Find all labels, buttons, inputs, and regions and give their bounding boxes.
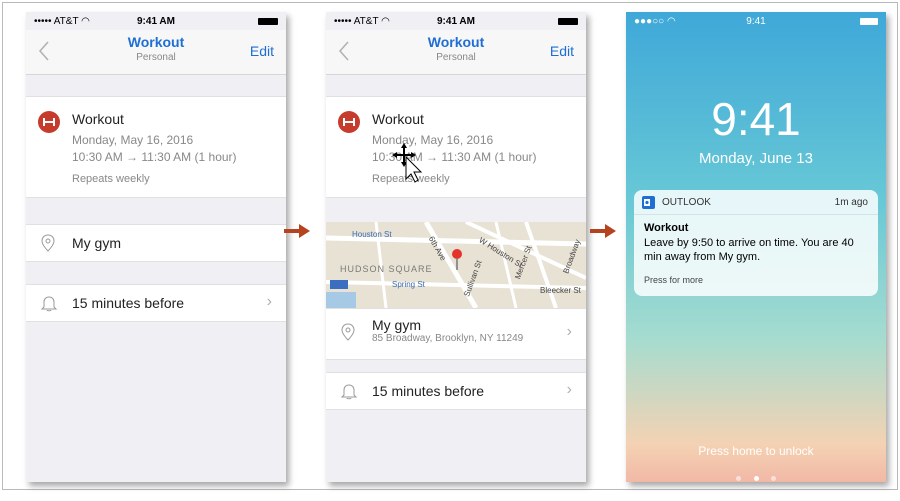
outlook-icon bbox=[642, 196, 655, 209]
phone-event-with-map: ••••• AT&T ◠ 9:41 AM Workout Personal Ed… bbox=[326, 12, 586, 482]
location-pin-icon bbox=[341, 323, 355, 341]
chevron-right-icon: › bbox=[266, 293, 272, 310]
location-address: 85 Broadway, Brooklyn, NY 11249 bbox=[372, 333, 524, 344]
location-label: My gym bbox=[72, 235, 121, 251]
location-row[interactable]: My gym 85 Broadway, Brooklyn, NY 11249 › bbox=[326, 308, 586, 360]
map-pin-icon bbox=[452, 249, 462, 270]
notification-card[interactable]: OUTLOOK 1m ago Workout Leave by 9:50 to … bbox=[634, 190, 878, 296]
map-neighborhood-label: HUDSON SQUARE bbox=[340, 264, 433, 274]
event-date: Monday, May 16, 2016 bbox=[372, 133, 494, 147]
chevron-right-icon: › bbox=[566, 323, 572, 340]
phone-event-details: ••••• AT&T ◠ 9:41 AM Workout Personal Ed… bbox=[26, 12, 286, 482]
status-time: 9:41 AM bbox=[137, 16, 175, 27]
location-row[interactable]: My gym bbox=[26, 224, 286, 262]
location-map[interactable]: Houston St W Houston St Spring St Bleeck… bbox=[326, 222, 586, 308]
notification-age: 1m ago bbox=[834, 197, 868, 208]
arrow-right-icon bbox=[284, 224, 310, 238]
map-street-label: Bleecker St bbox=[540, 286, 581, 295]
edit-button[interactable]: Edit bbox=[250, 43, 274, 59]
notification-app-name: OUTLOOK bbox=[662, 197, 711, 208]
notification-title: Workout bbox=[644, 222, 689, 234]
chevron-right-icon: › bbox=[566, 381, 572, 398]
lock-clock: 9:41 bbox=[711, 93, 801, 145]
page-dot bbox=[736, 476, 742, 481]
location-pin-icon bbox=[41, 234, 55, 252]
battery-icon bbox=[558, 18, 578, 25]
arrow-right-icon bbox=[590, 224, 616, 238]
notification-header: OUTLOOK 1m ago bbox=[634, 190, 878, 215]
reminder-row[interactable]: 15 minutes before › bbox=[26, 284, 286, 322]
page-dots bbox=[626, 468, 886, 482]
status-time: 9:41 AM bbox=[437, 16, 475, 27]
event-title: Workout bbox=[372, 111, 424, 127]
location-label: My gym bbox=[372, 317, 421, 333]
page-title: Workout bbox=[427, 34, 485, 50]
event-time: 10:30 AM → 11:30 AM (1 hour) bbox=[72, 150, 237, 164]
nav-bar: Workout Personal Edit bbox=[326, 30, 586, 75]
map-street-label: Spring St bbox=[392, 280, 425, 289]
reminder-row[interactable]: 15 minutes before › bbox=[326, 372, 586, 410]
unlock-hint: Press home to unlock bbox=[698, 444, 814, 458]
status-bar: ••••• AT&T ◠ 9:41 AM bbox=[26, 12, 286, 30]
bell-icon bbox=[40, 296, 58, 312]
status-bar: ••••• AT&T ◠ 9:41 AM bbox=[326, 12, 586, 30]
bell-icon bbox=[340, 384, 358, 400]
event-title: Workout bbox=[72, 111, 124, 127]
page-dot-active bbox=[753, 476, 759, 481]
map-street-label: Houston St bbox=[352, 230, 392, 239]
event-date: Monday, May 16, 2016 bbox=[72, 133, 194, 147]
edit-button[interactable]: Edit bbox=[550, 43, 574, 59]
event-card: Workout Monday, May 16, 2016 10:30 AM → … bbox=[26, 96, 286, 198]
lock-date: Monday, June 13 bbox=[699, 150, 813, 167]
notification-body: Leave by 9:50 to arrive on time. You are… bbox=[644, 237, 854, 263]
reminder-label: 15 minutes before bbox=[72, 295, 185, 311]
page-dot bbox=[770, 476, 776, 481]
notification-more: Press for more bbox=[644, 275, 704, 285]
status-time: 9:41 bbox=[746, 16, 766, 27]
battery-icon bbox=[860, 18, 878, 25]
dumbbell-icon bbox=[338, 111, 360, 133]
calendar-name: Personal bbox=[436, 52, 476, 63]
dumbbell-icon bbox=[38, 111, 60, 133]
event-card: Workout Monday, May 16, 2016 10:30 AM → … bbox=[326, 96, 586, 198]
reminder-label: 15 minutes before bbox=[372, 383, 485, 399]
event-repeat: Repeats weekly bbox=[72, 173, 150, 185]
move-cursor-icon bbox=[392, 143, 423, 183]
status-bar: ●●●○○ ◠ 9:41 bbox=[626, 12, 886, 30]
calendar-name: Personal bbox=[136, 52, 176, 63]
phone-lock-screen: ●●●○○ ◠ 9:41 9:41 Monday, June 13 OUTLOO… bbox=[626, 12, 886, 482]
page-title: Workout bbox=[127, 34, 185, 50]
nav-bar: Workout Personal Edit bbox=[26, 30, 286, 75]
battery-icon bbox=[258, 18, 278, 25]
